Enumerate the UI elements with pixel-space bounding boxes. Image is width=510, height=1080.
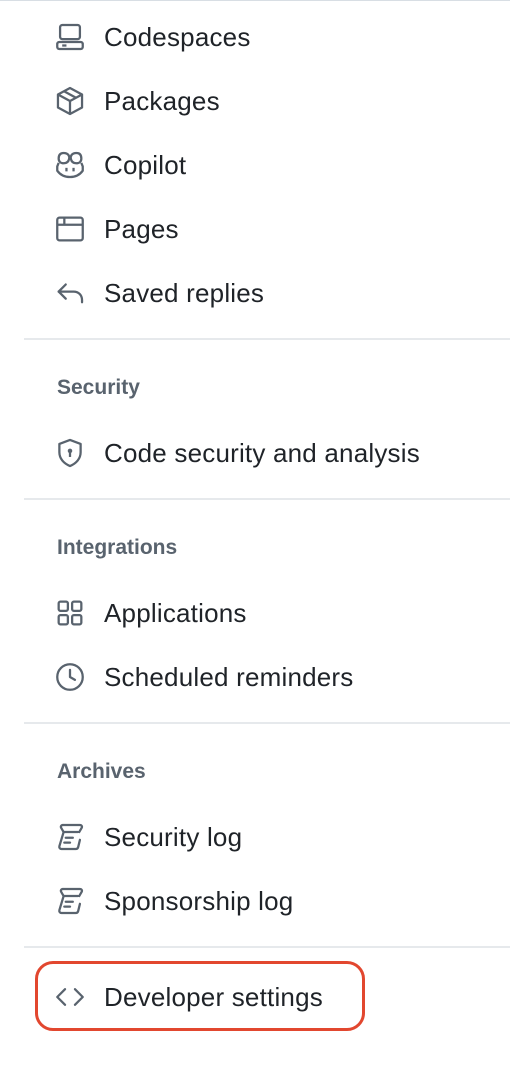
section-heading-integrations: Integrations <box>57 535 177 561</box>
codespaces-icon <box>52 19 88 55</box>
sidebar-item-code-security[interactable]: Code security and analysis <box>42 425 482 481</box>
sidebar-item-label: Scheduled reminders <box>104 661 354 693</box>
sidebar-item-label: Codespaces <box>104 21 251 53</box>
sidebar-item-label: Pages <box>104 213 179 245</box>
sidebar-item-developer-settings[interactable]: Developer settings <box>42 969 482 1025</box>
sidebar-item-pages[interactable]: Pages <box>42 201 482 257</box>
sidebar-item-security-log[interactable]: Security log <box>42 809 482 865</box>
reply-icon <box>52 275 88 311</box>
sidebar-item-label: Applications <box>104 597 247 629</box>
sidebar-item-saved-replies[interactable]: Saved replies <box>42 265 482 321</box>
sidebar-item-label: Code security and analysis <box>104 437 420 469</box>
code-icon <box>52 979 88 1015</box>
sidebar-item-label: Security log <box>104 821 242 853</box>
sidebar-item-label: Packages <box>104 85 220 117</box>
log-icon <box>52 883 88 919</box>
sidebar-item-scheduled-reminders[interactable]: Scheduled reminders <box>42 649 482 705</box>
sidebar-item-label: Copilot <box>104 149 186 181</box>
section-divider <box>24 498 510 500</box>
copilot-icon <box>52 147 88 183</box>
section-divider <box>24 722 510 724</box>
sidebar-item-packages[interactable]: Packages <box>42 73 482 129</box>
sidebar-item-sponsorship-log[interactable]: Sponsorship log <box>42 873 482 929</box>
clock-icon <box>52 659 88 695</box>
sidebar-item-codespaces[interactable]: Codespaces <box>42 9 482 65</box>
sidebar-item-copilot[interactable]: Copilot <box>42 137 482 193</box>
sidebar-item-label: Sponsorship log <box>104 885 293 917</box>
package-icon <box>52 83 88 119</box>
section-heading-archives: Archives <box>57 759 146 785</box>
top-divider <box>0 0 510 1</box>
sidebar-item-label: Saved replies <box>104 277 264 309</box>
sidebar-item-applications[interactable]: Applications <box>42 585 482 641</box>
shield-lock-icon <box>52 435 88 471</box>
section-divider <box>24 946 510 948</box>
browser-window-icon <box>52 211 88 247</box>
section-divider <box>24 338 510 340</box>
log-icon <box>52 819 88 855</box>
sidebar-item-label: Developer settings <box>104 981 323 1013</box>
section-heading-security: Security <box>57 375 140 401</box>
apps-icon <box>52 595 88 631</box>
